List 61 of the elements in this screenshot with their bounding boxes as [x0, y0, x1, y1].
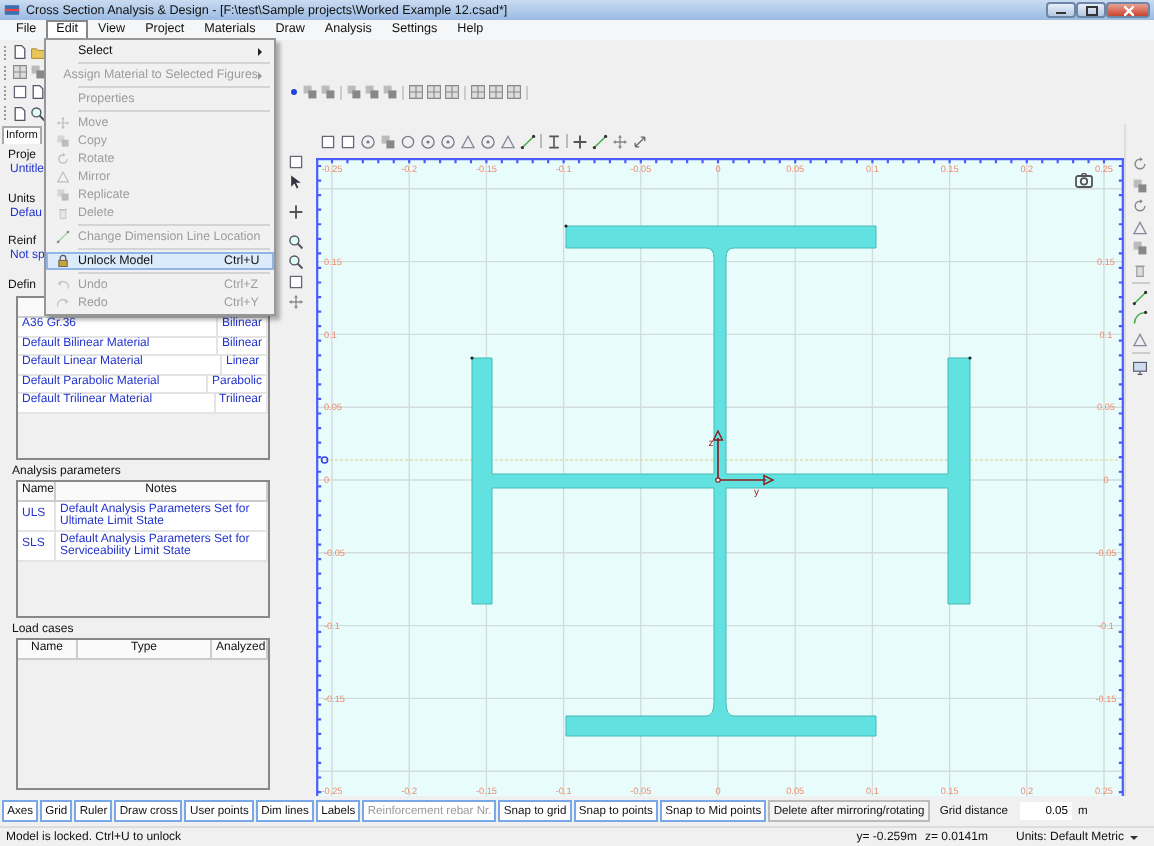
line-icon[interactable] [1132, 289, 1148, 305]
triangle-icon[interactable] [1132, 331, 1148, 347]
undo-icon [56, 278, 70, 292]
grid-icon[interactable] [444, 84, 460, 101]
rotate-icon [56, 152, 70, 166]
trash-icon[interactable] [1132, 261, 1148, 277]
origin-marker [715, 477, 721, 483]
squares-icon [56, 134, 70, 148]
close-button[interactable] [1106, 2, 1150, 18]
grid-icon[interactable] [488, 84, 504, 101]
dot-icon[interactable] [288, 86, 300, 99]
circle-icon[interactable] [400, 133, 416, 149]
plus-icon[interactable] [572, 133, 588, 149]
minimize-button[interactable] [1046, 2, 1076, 18]
move-icon[interactable] [288, 294, 304, 310]
magnifier-icon[interactable] [288, 234, 304, 250]
square-icon[interactable] [288, 154, 304, 170]
grid-icon[interactable] [12, 64, 28, 81]
plus-icon[interactable] [288, 204, 304, 220]
arc-icon[interactable] [1132, 310, 1148, 326]
trash-icon [56, 206, 70, 220]
grid-icon[interactable] [506, 84, 522, 101]
z-axis-arrow [712, 429, 724, 481]
line-icon[interactable] [520, 133, 536, 149]
monitor-icon[interactable] [1132, 359, 1148, 375]
camera-icon[interactable] [1076, 173, 1092, 187]
rotate-icon[interactable] [1132, 198, 1148, 214]
grid-icon[interactable] [426, 84, 442, 101]
point-marker [320, 456, 329, 464]
triangle-icon [56, 170, 70, 184]
magnifier-icon[interactable] [288, 254, 304, 270]
squares-icon[interactable] [30, 64, 46, 81]
squares-icon[interactable] [1132, 240, 1148, 256]
redo-icon [56, 296, 70, 310]
square-icon[interactable] [340, 133, 356, 149]
document-icon[interactable] [12, 44, 28, 61]
move-icon [56, 116, 70, 130]
line-icon[interactable] [592, 133, 608, 149]
expand-icon[interactable] [632, 133, 648, 149]
triangle-icon[interactable] [460, 133, 476, 149]
squares-icon [56, 188, 70, 202]
y-axis-arrow [717, 474, 775, 486]
target-icon[interactable] [480, 133, 496, 149]
triangle-icon[interactable] [1132, 219, 1148, 235]
maximize-button[interactable] [1076, 2, 1106, 18]
square-icon[interactable] [12, 84, 28, 101]
grid-icon[interactable] [470, 84, 486, 101]
padlock-icon [56, 254, 70, 268]
line-icon [56, 230, 70, 244]
magnifier-icon[interactable] [30, 105, 46, 122]
grid-icon[interactable] [408, 84, 424, 101]
rotate-icon[interactable] [1132, 156, 1148, 172]
squares-icon[interactable] [1132, 177, 1148, 193]
square-icon[interactable] [288, 274, 304, 290]
close-icon [1123, 5, 1133, 15]
squares-icon[interactable] [380, 133, 396, 149]
ibeam-icon[interactable] [546, 133, 562, 149]
target-icon[interactable] [360, 133, 376, 149]
pointer-icon[interactable] [288, 174, 304, 190]
app-icon [4, 2, 20, 18]
square-icon[interactable] [320, 133, 336, 149]
